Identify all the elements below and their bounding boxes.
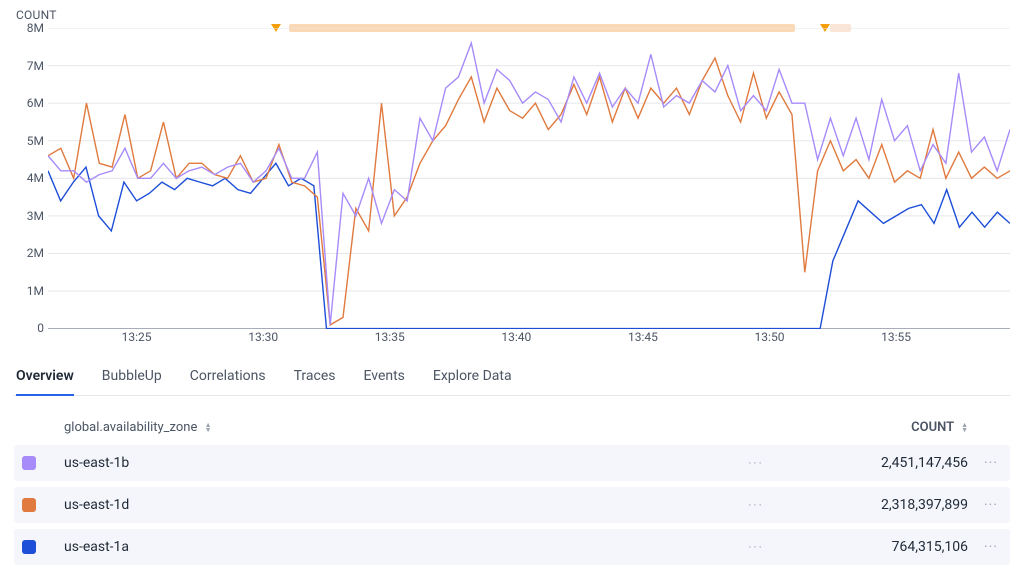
chart-area[interactable]: 0 1M 2M 3M 4M 5M 6M 7M 8M [14,28,1010,328]
x-tick: 13:55 [881,330,911,344]
row-menu-icon[interactable]: ··· [980,539,1002,555]
y-axis: 0 1M 2M 3M 4M 5M 6M 7M 8M [14,28,48,328]
y-tick: 8M [27,21,44,35]
results-table: global.availability_zone ▲▼ COUNT ▲▼ us-… [14,410,1010,565]
row-label: us-east-1d [64,497,704,513]
tab-events[interactable]: Events [363,358,404,395]
row-label: us-east-1b [64,455,704,471]
table-row[interactable]: us-east-1a ··· 764,315,106 ··· [14,529,1010,565]
x-tick: 13:30 [248,330,278,344]
y-tick: 1M [27,284,44,298]
table-row[interactable]: us-east-1b ··· 2,451,147,456 ··· [14,445,1010,481]
column-group-by[interactable]: global.availability_zone ▲▼ [64,420,704,435]
y-tick: 6M [27,96,44,110]
y-tick: 7M [27,59,44,73]
plot-area[interactable]: 13:25 13:30 13:35 13:40 13:45 13:50 13:5… [48,28,1010,328]
column-count[interactable]: COUNT ▲▼ [808,420,968,435]
sort-icon[interactable]: ▲▼ [961,423,968,433]
table-row[interactable]: us-east-1d ··· 2,318,397,899 ··· [14,487,1010,523]
x-tick: 13:35 [375,330,405,344]
row-inline-menu-icon[interactable]: ··· [716,498,796,512]
x-tick: 13:50 [755,330,785,344]
y-tick: 2M [27,246,44,260]
y-tick: 3M [27,209,44,223]
row-label: us-east-1a [64,539,704,555]
sort-icon[interactable]: ▲▼ [205,423,212,433]
series-swatch-icon [22,456,36,470]
row-inline-menu-icon[interactable]: ··· [716,456,796,470]
series-swatch-icon [22,498,36,512]
column-count-label: COUNT [911,420,954,435]
column-group-by-label: global.availability_zone [64,420,197,435]
chart-svg [48,28,1010,329]
row-menu-icon[interactable]: ··· [980,455,1002,471]
series-swatch-icon [22,540,36,554]
tab-correlations[interactable]: Correlations [190,358,266,395]
tab-explore-data[interactable]: Explore Data [433,358,512,395]
row-count: 2,451,147,456 [808,455,968,471]
y-tick: 0 [37,321,44,335]
series-us-east-1b[interactable] [48,43,1010,325]
dashboard-panel: { "chart": { "y_title": "COUNT" }, "tabs… [0,0,1024,547]
table-header: global.availability_zone ▲▼ COUNT ▲▼ [14,410,1010,445]
row-inline-menu-icon[interactable]: ··· [716,540,796,554]
x-tick: 13:45 [628,330,658,344]
tab-overview[interactable]: Overview [16,358,74,396]
tab-bubbleup[interactable]: BubbleUp [102,358,162,395]
y-tick: 5M [27,134,44,148]
x-tick: 13:25 [122,330,152,344]
row-menu-icon[interactable]: ··· [980,497,1002,513]
y-axis-title: COUNT [16,8,1010,22]
gridlines [48,28,1010,329]
tab-bar: Overview BubbleUp Correlations Traces Ev… [14,358,1010,396]
x-tick: 13:40 [501,330,531,344]
series-us-east-1a[interactable] [48,163,1010,328]
row-count: 764,315,106 [808,539,968,555]
y-tick: 4M [27,171,44,185]
row-count: 2,318,397,899 [808,497,968,513]
tab-traces[interactable]: Traces [294,358,336,395]
